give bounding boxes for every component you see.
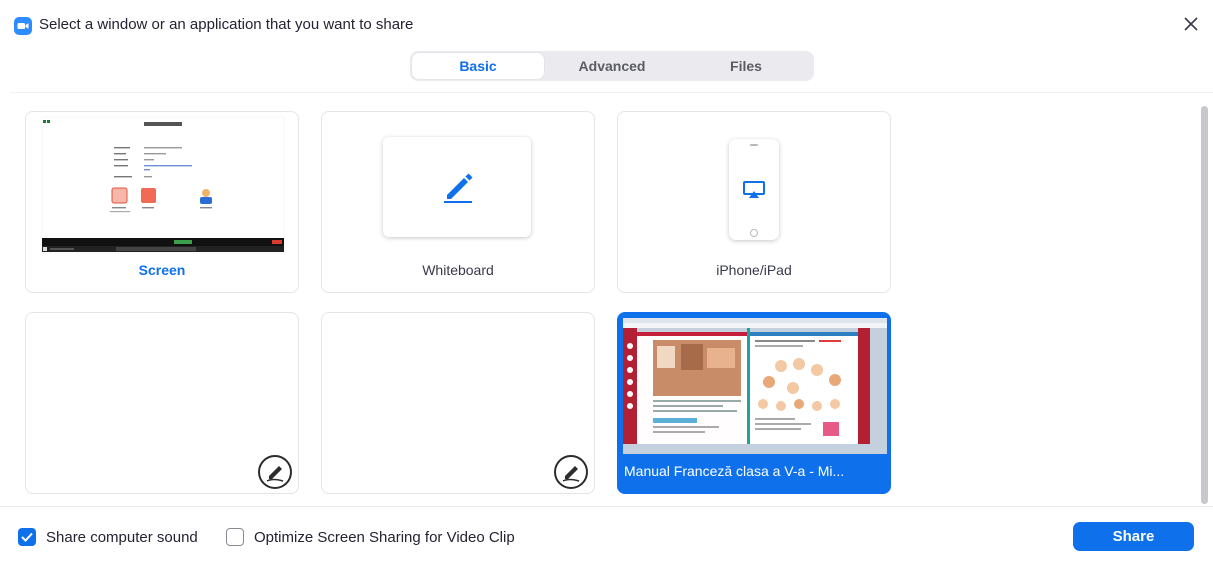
share-whiteboard-card[interactable]: Whiteboard	[321, 111, 595, 293]
dialog-footer: Share computer sound Optimize Screen Sha…	[0, 506, 1213, 561]
share-button[interactable]: Share	[1073, 522, 1194, 551]
close-icon[interactable]	[1179, 12, 1203, 36]
whiteboard-preview	[383, 137, 531, 237]
phone-preview	[729, 139, 779, 240]
pen-icon	[441, 170, 475, 209]
card-label: iPhone/iPad	[716, 262, 792, 278]
optimize-video-label: Optimize Screen Sharing for Video Clip	[254, 528, 515, 546]
card-label: Manual Franceză clasa a V-a - Mi...	[624, 463, 845, 479]
window-thumbnail	[623, 318, 887, 454]
share-window-card[interactable]	[25, 312, 299, 494]
share-options-grid: Screen Whiteboard iPhone/iPad Manual Fra…	[10, 92, 1213, 507]
optimize-video-checkbox[interactable]	[226, 528, 244, 546]
share-screen-card[interactable]: Screen	[25, 111, 299, 293]
share-window-card[interactable]	[321, 312, 595, 494]
annotate-pen-icon	[257, 454, 293, 493]
share-sound-checkbox[interactable]	[18, 528, 36, 546]
phone-speaker	[750, 144, 758, 146]
share-iphone-card[interactable]: iPhone/iPad	[617, 111, 891, 293]
share-type-tabs: Basic Advanced Files	[410, 51, 814, 81]
tab-advanced[interactable]: Advanced	[546, 53, 678, 79]
tab-files[interactable]: Files	[680, 53, 812, 79]
annotate-pen-icon	[553, 454, 589, 493]
phone-home-button	[750, 229, 758, 237]
checkmark-icon	[21, 532, 33, 542]
share-sound-label: Share computer sound	[46, 528, 198, 546]
airplay-icon	[743, 181, 765, 204]
dialog-title: Select a window or an application that y…	[39, 16, 414, 33]
scrollbar-thumb[interactable]	[1201, 106, 1208, 504]
card-label: Whiteboard	[422, 262, 494, 278]
tab-basic[interactable]: Basic	[412, 53, 544, 79]
zoom-camera-icon	[14, 17, 32, 35]
card-label: Screen	[138, 262, 186, 278]
optimize-video-option[interactable]: Optimize Screen Sharing for Video Clip	[226, 528, 515, 546]
grid-scrollbar[interactable]	[1198, 94, 1210, 504]
title-bar: Select a window or an application that y…	[0, 0, 1213, 50]
share-sound-option[interactable]: Share computer sound	[18, 528, 198, 546]
share-window-card-selected[interactable]: Manual Franceză clasa a V-a - Mi...	[617, 312, 891, 494]
